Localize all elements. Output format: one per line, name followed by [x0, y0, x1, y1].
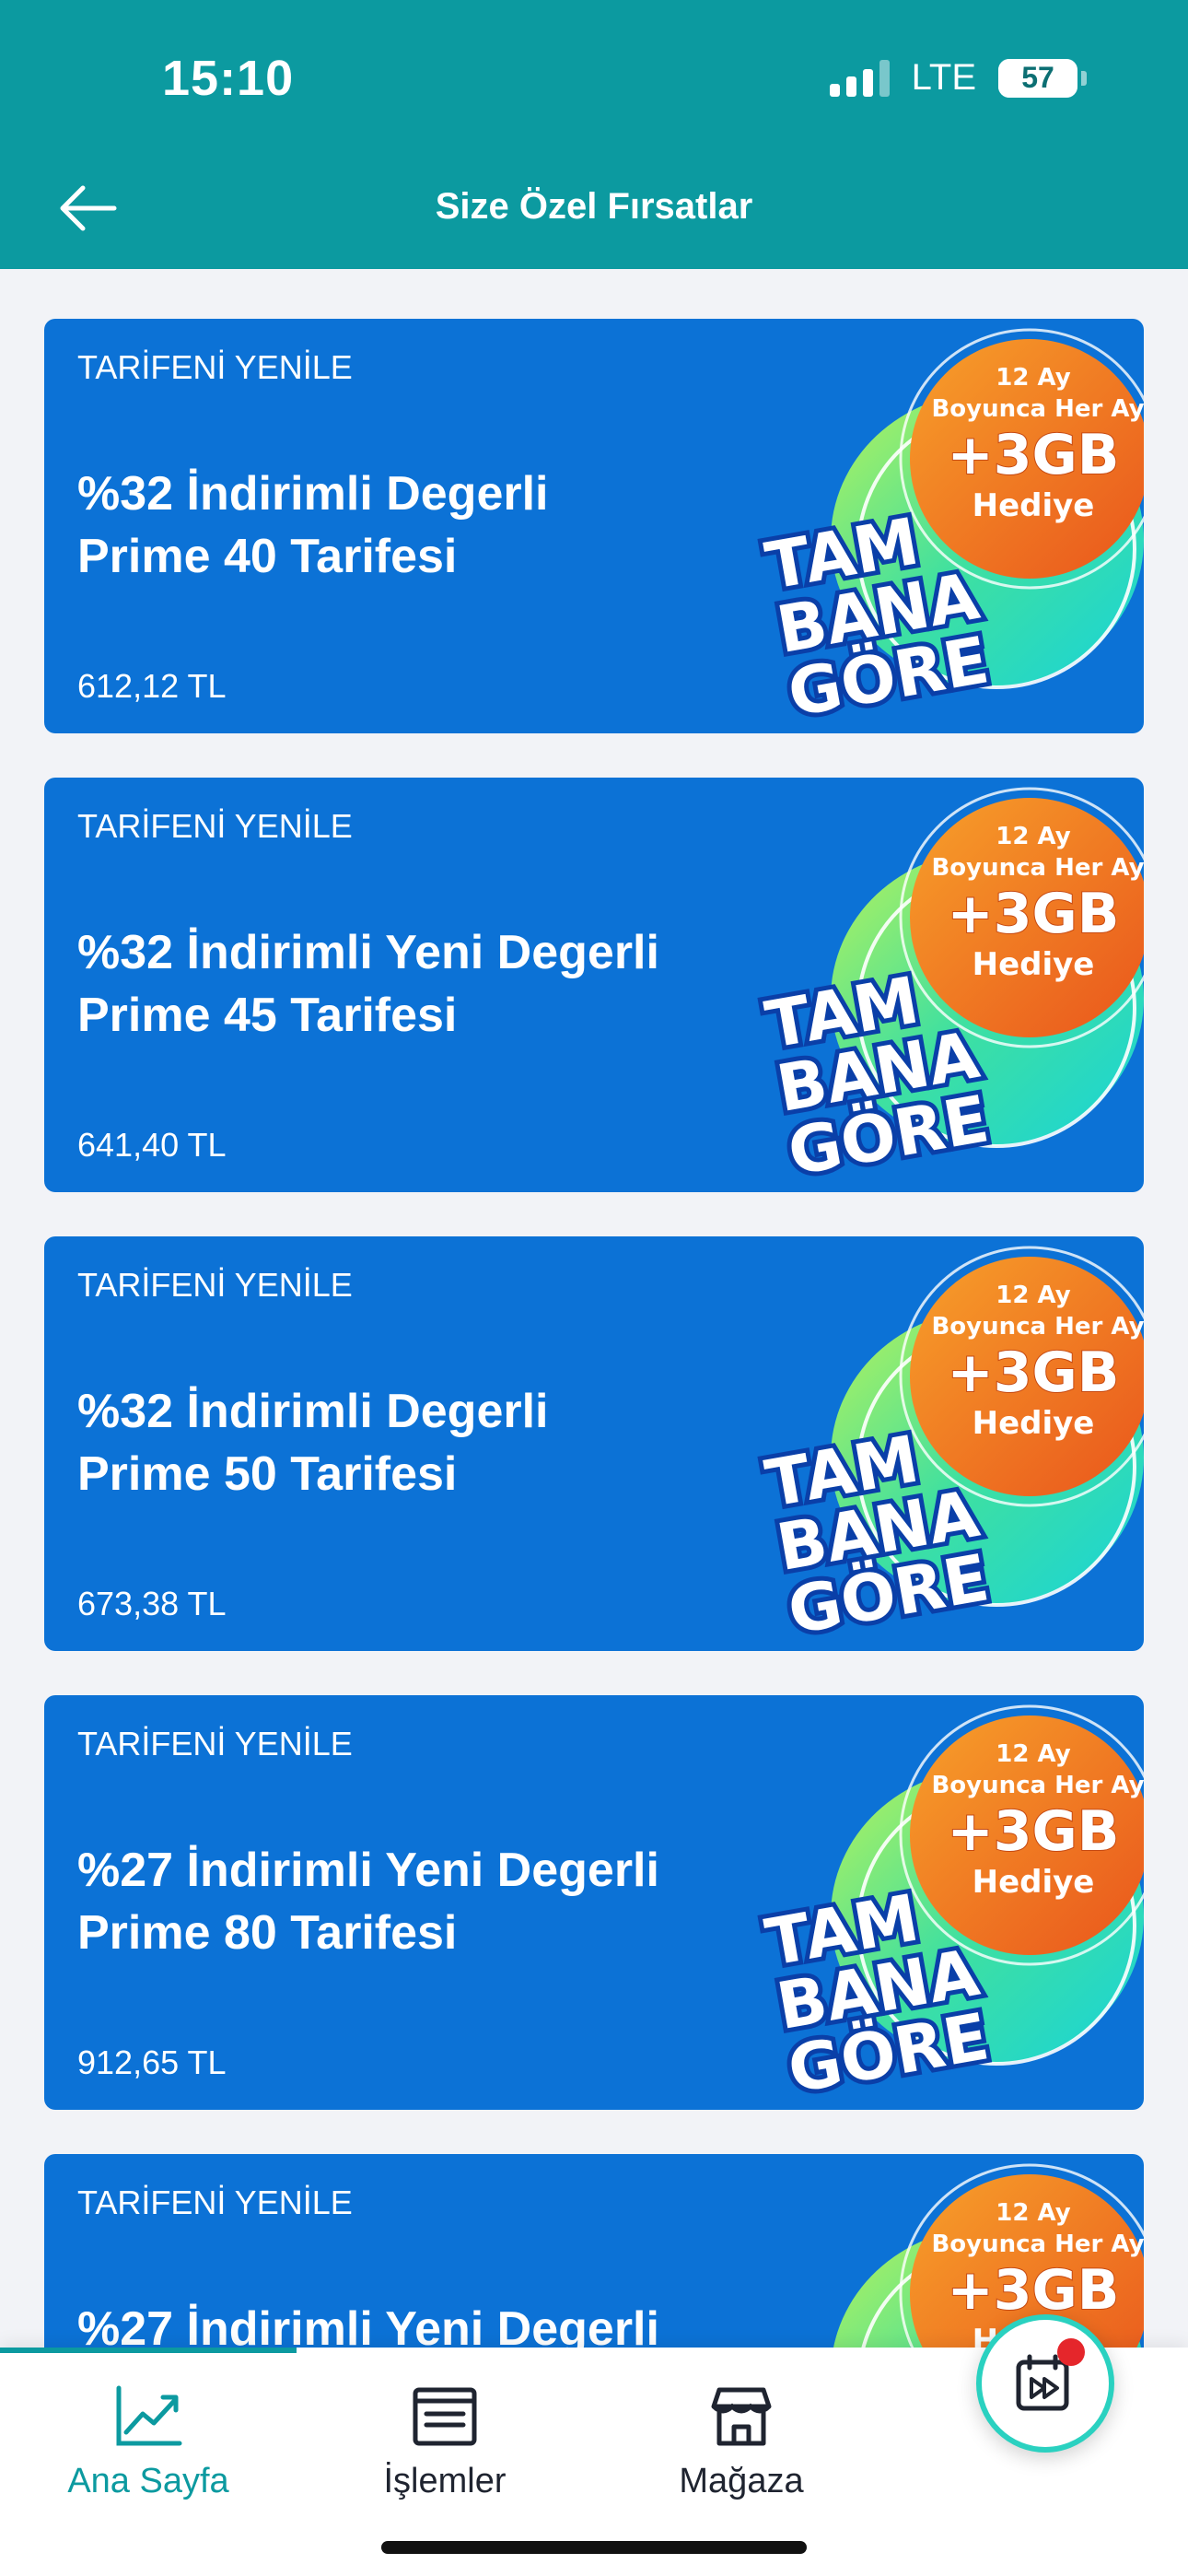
- offer-tag: TARİFENİ YENİLE: [77, 1266, 353, 1304]
- badge-artwork: 12 AyBoyunca Her Ay+3GBHediyeTAMBANAGÖRE: [756, 1704, 1144, 2110]
- badge-gift-label: Hediye: [973, 1405, 1095, 1442]
- badge-line-1: 12 Ay: [996, 823, 1070, 850]
- badge-line-2: Boyunca Her Ay: [931, 854, 1144, 882]
- offer-tag: TARİFENİ YENİLE: [77, 2184, 353, 2221]
- list-window-icon: [413, 2387, 477, 2446]
- offer-title: %32 İndirimli Yeni Degerli Prime 45 Tarif…: [77, 926, 659, 1042]
- badge-line-2: Boyunca Her Ay: [931, 1313, 1144, 1341]
- badge-line-1: 12 Ay: [996, 2199, 1070, 2227]
- offer-title: %27 İndirimli Yeni Degerli Prime 80 Tarif…: [77, 1844, 659, 1960]
- home-indicator: [381, 2541, 807, 2554]
- offer-card[interactable]: TARİFENİ YENİLE %32 İndirimli Yeni Deger…: [44, 778, 1144, 1192]
- badge-artwork: 12 AyBoyunca Her Ay+3GBHediyeTAMBANAGÖRE: [756, 328, 1144, 733]
- store-icon: [711, 2387, 772, 2446]
- nav-store[interactable]: Mağaza: [593, 2384, 890, 2501]
- offer-card[interactable]: TARİFENİ YENİLE %32 İndirimli Degerli Pri…: [44, 319, 1144, 733]
- offer-price: 912,65 TL: [77, 2043, 227, 2081]
- offer-title: %32 İndirimli Degerli Prime 50 Tarifesi: [77, 1385, 549, 1501]
- badge-gift-label: Hediye: [973, 487, 1095, 524]
- offer-card[interactable]: TARİFENİ YENİLE %32 İndirimli Degerli Pri…: [44, 1236, 1144, 1651]
- tam-bana-gore-badge: 12 AyBoyunca Her Ay+3GBHediyeTAMBANAGÖRE: [756, 1236, 1144, 1651]
- offer-tag: TARİFENİ YENİLE: [77, 1725, 353, 1762]
- badge-line-2: Boyunca Her Ay: [931, 395, 1144, 423]
- badge-gift-label: Hediye: [973, 1864, 1095, 1901]
- offer-price: 641,40 TL: [77, 1126, 227, 1164]
- offer-tag: TARİFENİ YENİLE: [77, 348, 353, 386]
- badge-gb-amount: +3GB: [947, 1799, 1119, 1864]
- nav-store-label: Mağaza: [679, 2462, 804, 2500]
- badge-gb-amount: +3GB: [947, 1341, 1119, 1405]
- battery-level: 57: [1021, 61, 1054, 94]
- badge-gb-amount: +3GB: [947, 423, 1119, 487]
- badge-line-1: 12 Ay: [996, 364, 1070, 392]
- badge-gb-amount: +3GB: [947, 2258, 1119, 2323]
- nav-home-label: Ana Sayfa: [67, 2462, 229, 2500]
- nav-transactions-label: İşlemler: [383, 2462, 507, 2500]
- badge-gb-amount: +3GB: [947, 882, 1119, 946]
- cellular-signal-icon: [829, 59, 890, 97]
- nav-home[interactable]: Ana Sayfa: [0, 2384, 297, 2501]
- tam-bana-gore-badge: 12 AyBoyunca Her Ay+3GBHediyeTAMBANAGÖRE: [756, 1695, 1144, 2110]
- status-time: 15:10: [162, 51, 295, 106]
- badge-line-1: 12 Ay: [996, 1282, 1070, 1309]
- status-indicators: LTE 57: [829, 57, 1087, 99]
- active-tab-indicator: [0, 2348, 297, 2353]
- offer-list: TARİFENİ YENİLE %32 İndirimli Degerli Pri…: [44, 319, 1144, 2576]
- notification-dot: [1057, 2338, 1085, 2366]
- offer-title: %32 İndirimli Degerli Prime 40 Tarifesi: [77, 467, 549, 583]
- network-type: LTE: [911, 57, 976, 98]
- badge-line-2: Boyunca Her Ay: [931, 1772, 1144, 1799]
- app-header: 15:10 LTE 57 Size Özel Fırsatlar: [0, 0, 1188, 269]
- chart-trend-icon: [116, 2385, 182, 2446]
- badge-artwork: 12 AyBoyunca Her Ay+3GBHediyeTAMBANAGÖRE: [756, 1246, 1144, 1651]
- battery-icon: 57: [998, 58, 1077, 98]
- offer-price: 673,38 TL: [77, 1585, 227, 1622]
- media-fab-button[interactable]: [976, 2314, 1114, 2453]
- offer-tag: TARİFENİ YENİLE: [77, 807, 353, 845]
- offer-card[interactable]: TARİFENİ YENİLE %27 İndirimli Yeni Deger…: [44, 1695, 1144, 2110]
- badge-gift-label: Hediye: [973, 946, 1095, 983]
- badge-artwork: 12 AyBoyunca Her Ay+3GBHediyeTAMBANAGÖRE: [756, 787, 1144, 1192]
- badge-line-2: Boyunca Her Ay: [931, 2231, 1144, 2258]
- badge-line-1: 12 Ay: [996, 1740, 1070, 1768]
- nav-transactions[interactable]: İşlemler: [297, 2384, 593, 2501]
- tam-bana-gore-badge: 12 AyBoyunca Her Ay+3GBHediyeTAMBANAGÖRE: [756, 319, 1144, 733]
- tam-bana-gore-badge: 12 AyBoyunca Her Ay+3GBHediyeTAMBANAGÖRE: [756, 778, 1144, 1192]
- offer-price: 612,12 TL: [77, 667, 227, 705]
- page-title: Size Özel Fırsatlar: [435, 186, 753, 227]
